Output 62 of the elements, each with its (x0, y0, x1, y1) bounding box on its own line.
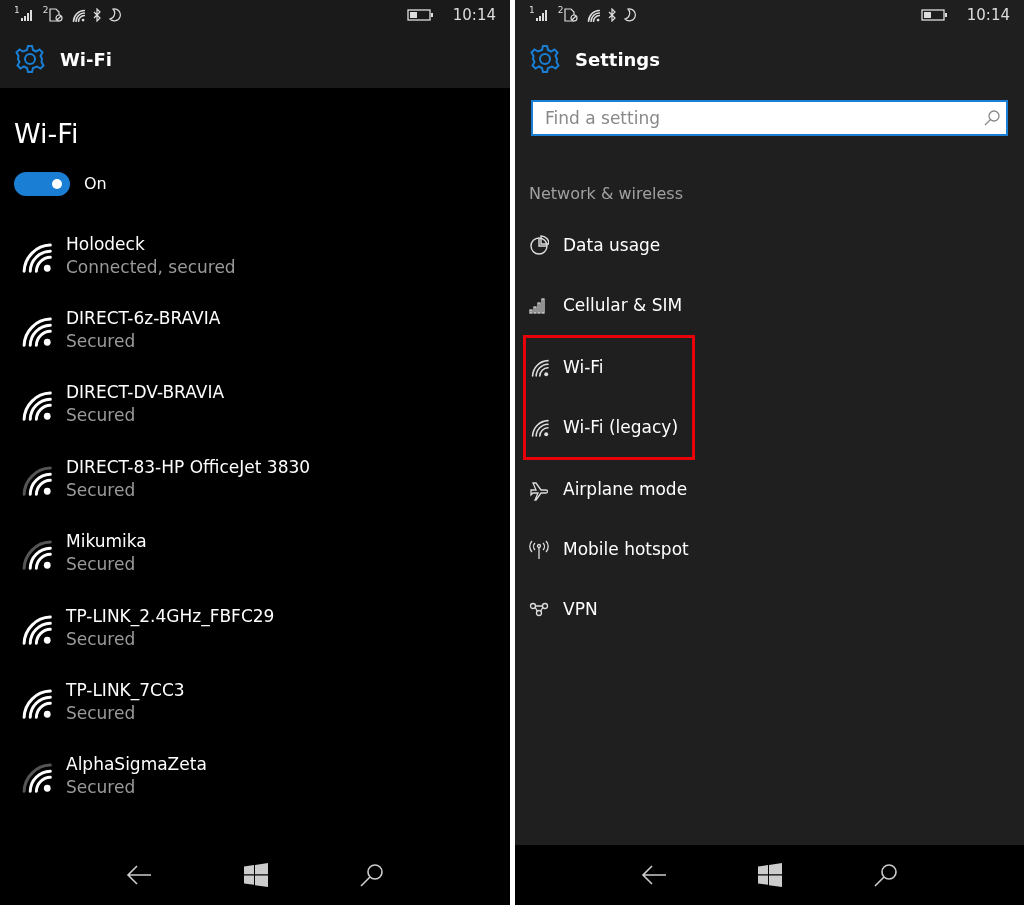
setting-item-link[interactable]: VPN (563, 596, 598, 623)
network-name[interactable]: AlphaSigmaZeta (66, 753, 207, 777)
sim-number-label: 1 (529, 6, 535, 15)
page-title: Wi-Fi (14, 118, 80, 151)
setting-item-link[interactable]: Data usage (563, 233, 661, 259)
network-name[interactable]: DIRECT-DV-BRAVIA (66, 381, 225, 405)
header-title: Settings (575, 47, 660, 72)
settings-icon (14, 43, 46, 75)
back-icon[interactable] (640, 865, 667, 885)
setting-item-link[interactable]: Airplane mode (563, 477, 688, 503)
back-icon[interactable] (126, 865, 152, 885)
wifi-icon (71, 8, 86, 22)
wifi-icon (529, 357, 549, 379)
network-name[interactable]: TP-LINK_2.4GHz_FBFC29 (66, 604, 275, 628)
clock-time: 10:14 (452, 4, 496, 26)
network-status: Secured (66, 627, 137, 651)
setting-item-link[interactable]: Mobile hotspot (563, 537, 689, 563)
sim-number-label: 1 (14, 6, 20, 15)
sim-blocked-icon (49, 8, 64, 22)
pie-chart-icon (529, 235, 549, 257)
network-status: Secured (66, 329, 137, 353)
toggle-label: On (84, 173, 107, 196)
header-title: Wi-Fi (60, 47, 112, 72)
network-name[interactable]: DIRECT-83-HP OfficeJet 3830 (66, 455, 311, 479)
bluetooth-icon (93, 8, 102, 22)
setting-item-link[interactable]: Cellular & SIM (563, 292, 683, 319)
network-status: Secured (66, 701, 137, 725)
wifi-toggle[interactable] (14, 172, 70, 197)
setting-item-link[interactable]: Wi-Fi (legacy) (563, 414, 679, 441)
sim-number-label: 2 (557, 6, 564, 15)
clock-time: 10:14 (966, 4, 1010, 26)
network-status: Secured (66, 776, 137, 800)
search-field[interactable]: Find a setting (531, 100, 1008, 136)
network-name[interactable]: DIRECT-6z-BRAVIA (66, 307, 221, 330)
network-status: Secured (66, 553, 137, 577)
moon-icon (109, 8, 122, 22)
section-title: Network & wireless (529, 183, 684, 205)
sim-blocked-icon (564, 8, 579, 22)
wifi-icon (529, 417, 549, 439)
hotspot-icon (529, 539, 549, 561)
search-icon (984, 110, 1000, 126)
setting-item-link[interactable]: Wi-Fi (563, 355, 604, 381)
network-status: Connected, secured (66, 255, 236, 279)
moon-icon (624, 8, 637, 22)
network-name[interactable]: Holodeck (66, 232, 236, 256)
airplane-icon (529, 479, 549, 501)
battery-icon (920, 9, 947, 21)
wifi-icon (586, 8, 601, 22)
signal-icon (20, 9, 35, 21)
signal-icon (535, 9, 550, 21)
search-icon[interactable] (360, 863, 384, 887)
settings-icon (529, 43, 561, 75)
windows-start-icon[interactable] (758, 863, 783, 887)
bluetooth-icon (608, 8, 617, 22)
battery-icon (406, 9, 433, 21)
sim-number-label: 2 (42, 6, 49, 15)
network-status: Secured (66, 404, 137, 428)
search-icon[interactable] (874, 863, 899, 887)
windows-start-icon[interactable] (244, 863, 268, 887)
network-name[interactable]: Mikumika (66, 530, 147, 554)
network-name[interactable]: TP-LINK_7CC3 (66, 679, 185, 702)
network-status: Secured (66, 478, 137, 502)
